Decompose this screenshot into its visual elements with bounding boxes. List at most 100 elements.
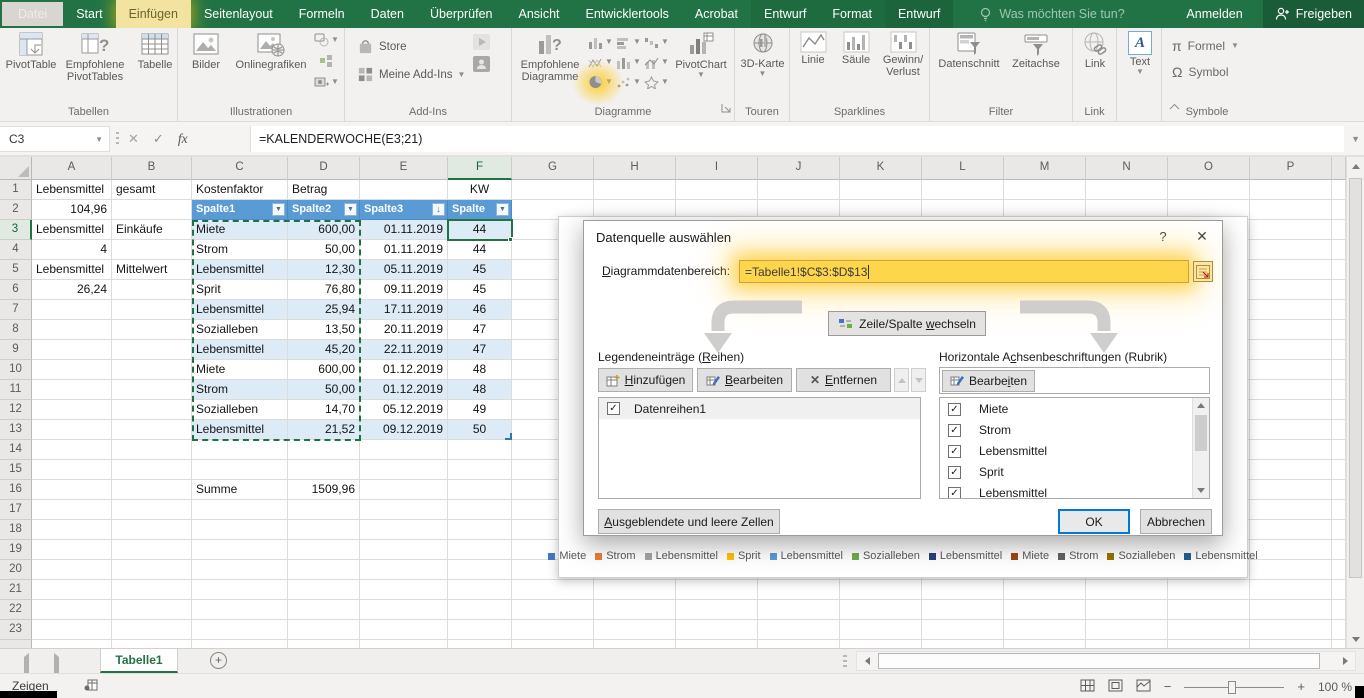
cell-E22[interactable]: [360, 600, 448, 620]
cell-P14[interactable]: [1250, 440, 1332, 460]
cell-A13[interactable]: [32, 420, 112, 440]
edit-categories-button[interactable]: Bearbeiten: [942, 370, 1035, 392]
waterfall-chart-button[interactable]: ▼: [644, 34, 670, 50]
col-header-P[interactable]: P: [1250, 157, 1332, 180]
cell-D13[interactable]: 21,52: [288, 420, 360, 440]
cell-A24[interactable]: [32, 640, 112, 648]
hidden-empty-cells-button[interactable]: Ausgeblendete und leere Zellen: [598, 509, 780, 534]
cell-P8[interactable]: [1250, 320, 1332, 340]
cell-C23[interactable]: [192, 620, 288, 640]
cell-F4[interactable]: 44: [448, 240, 512, 260]
cell-L1[interactable]: [922, 180, 1004, 200]
cell-E17[interactable]: [360, 500, 448, 520]
cell-O1[interactable]: [1168, 180, 1250, 200]
cell-A6[interactable]: 26,24: [32, 280, 112, 300]
namebox-splitter[interactable]: [116, 132, 119, 146]
cell-K24[interactable]: [840, 640, 922, 648]
cell-D10[interactable]: 600,00: [288, 360, 360, 380]
cell-C4[interactable]: Strom: [192, 240, 288, 260]
dialog-help-button[interactable]: ?: [1152, 229, 1174, 244]
cell-D1[interactable]: Betrag: [288, 180, 360, 200]
row-header-5[interactable]: 5: [0, 260, 32, 280]
cell-G21[interactable]: [512, 580, 594, 600]
cell-C5[interactable]: Lebensmittel: [192, 260, 288, 280]
col-header-I[interactable]: I: [676, 157, 758, 180]
cell-D5[interactable]: 12,30: [288, 260, 360, 280]
cancel-button[interactable]: Abbrechen: [1140, 509, 1212, 534]
cell-D6[interactable]: 76,80: [288, 280, 360, 300]
cell-A7[interactable]: [32, 300, 112, 320]
cell-C15[interactable]: [192, 460, 288, 480]
col-header-M[interactable]: M: [1004, 157, 1086, 180]
cell-E18[interactable]: [360, 520, 448, 540]
expand-formula-bar-button[interactable]: ▼: [1351, 134, 1360, 144]
cell-B16[interactable]: [112, 480, 192, 500]
cell-A2[interactable]: 104,96: [32, 200, 112, 220]
row-header-18[interactable]: 18: [0, 520, 32, 540]
cell-E8[interactable]: 20.11.2019: [360, 320, 448, 340]
scroll-down-button[interactable]: [1193, 483, 1209, 498]
cell-F17[interactable]: [448, 500, 512, 520]
checkbox-checked[interactable]: ✓: [607, 402, 620, 415]
text-button[interactable]: A Text ▼: [1125, 31, 1155, 75]
cell-B17[interactable]: [112, 500, 192, 520]
link-button[interactable]: Link: [1077, 31, 1113, 70]
meine-addins-button[interactable]: Meine Add-Ins ▼: [357, 66, 465, 83]
cell-M21[interactable]: [1004, 580, 1086, 600]
cell-E1[interactable]: [360, 180, 448, 200]
cell-E2[interactable]: Spalte3↓: [360, 200, 448, 220]
cell-C12[interactable]: Sozialleben: [192, 400, 288, 420]
scroll-left-button[interactable]: [859, 654, 875, 668]
cell-F5[interactable]: 45: [448, 260, 512, 280]
cell-D20[interactable]: [288, 560, 360, 580]
cell-P15[interactable]: [1250, 460, 1332, 480]
cell-F24[interactable]: [448, 640, 512, 648]
cell-F1[interactable]: KW: [448, 180, 512, 200]
cell-A10[interactable]: [32, 360, 112, 380]
cell-M24[interactable]: [1004, 640, 1086, 648]
cell-M23[interactable]: [1004, 620, 1086, 640]
cell-D24[interactable]: [288, 640, 360, 648]
remove-series-button[interactable]: ✕ Entfernen: [796, 368, 891, 392]
cell-F3[interactable]: 44: [448, 220, 512, 240]
cell-P12[interactable]: [1250, 400, 1332, 420]
cell-O24[interactable]: [1168, 640, 1250, 648]
col-header-F[interactable]: F: [448, 157, 512, 180]
cell-C16[interactable]: Summe: [192, 480, 288, 500]
view-page-layout-button[interactable]: [1108, 679, 1123, 695]
cell-I21[interactable]: [676, 580, 758, 600]
tab-entwicklertools-8[interactable]: Entwicklertools: [573, 0, 682, 28]
switch-row-column-button[interactable]: Zeile/Spalte wechseln: [828, 311, 986, 336]
row-header-8[interactable]: 8: [0, 320, 32, 340]
cell-E13[interactable]: 09.12.2019: [360, 420, 448, 440]
checkbox-checked[interactable]: ✓: [948, 487, 961, 500]
row-header-20[interactable]: 20: [0, 560, 32, 580]
pivotchart-button[interactable]: PivotChart ▼: [672, 31, 730, 78]
cell-A8[interactable]: [32, 320, 112, 340]
cell-B19[interactable]: [112, 540, 192, 560]
screenshot-button[interactable]: ▼: [314, 74, 339, 90]
cell-D17[interactable]: [288, 500, 360, 520]
cell-A1[interactable]: Lebensmittel: [32, 180, 112, 200]
cell-B14[interactable]: [112, 440, 192, 460]
cell-P10[interactable]: [1250, 360, 1332, 380]
cell-P3[interactable]: [1250, 220, 1332, 240]
row-header-2[interactable]: 2: [0, 200, 32, 220]
tell-me-search[interactable]: Was möchten Sie tun?: [979, 0, 1124, 28]
cell-C17[interactable]: [192, 500, 288, 520]
checkbox-checked[interactable]: ✓: [948, 466, 961, 479]
cell-C20[interactable]: [192, 560, 288, 580]
tab-entwurf-12[interactable]: Entwurf: [885, 0, 953, 28]
cell-A19[interactable]: [32, 540, 112, 560]
collapse-ribbon-button[interactable]: [1169, 97, 1180, 115]
cell-B24[interactable]: [112, 640, 192, 648]
cell-B7[interactable]: [112, 300, 192, 320]
cell-O21[interactable]: [1168, 580, 1250, 600]
cell-P13[interactable]: [1250, 420, 1332, 440]
cell-B11[interactable]: [112, 380, 192, 400]
cell-H23[interactable]: [594, 620, 676, 640]
horizontal-scrollbar[interactable]: [856, 651, 1356, 671]
cell-E3[interactable]: 01.11.2019: [360, 220, 448, 240]
list-item[interactable]: ✓Lebensmittel: [940, 483, 1209, 499]
onlinegrafiken-button[interactable]: Onlinegrafiken: [230, 31, 312, 71]
